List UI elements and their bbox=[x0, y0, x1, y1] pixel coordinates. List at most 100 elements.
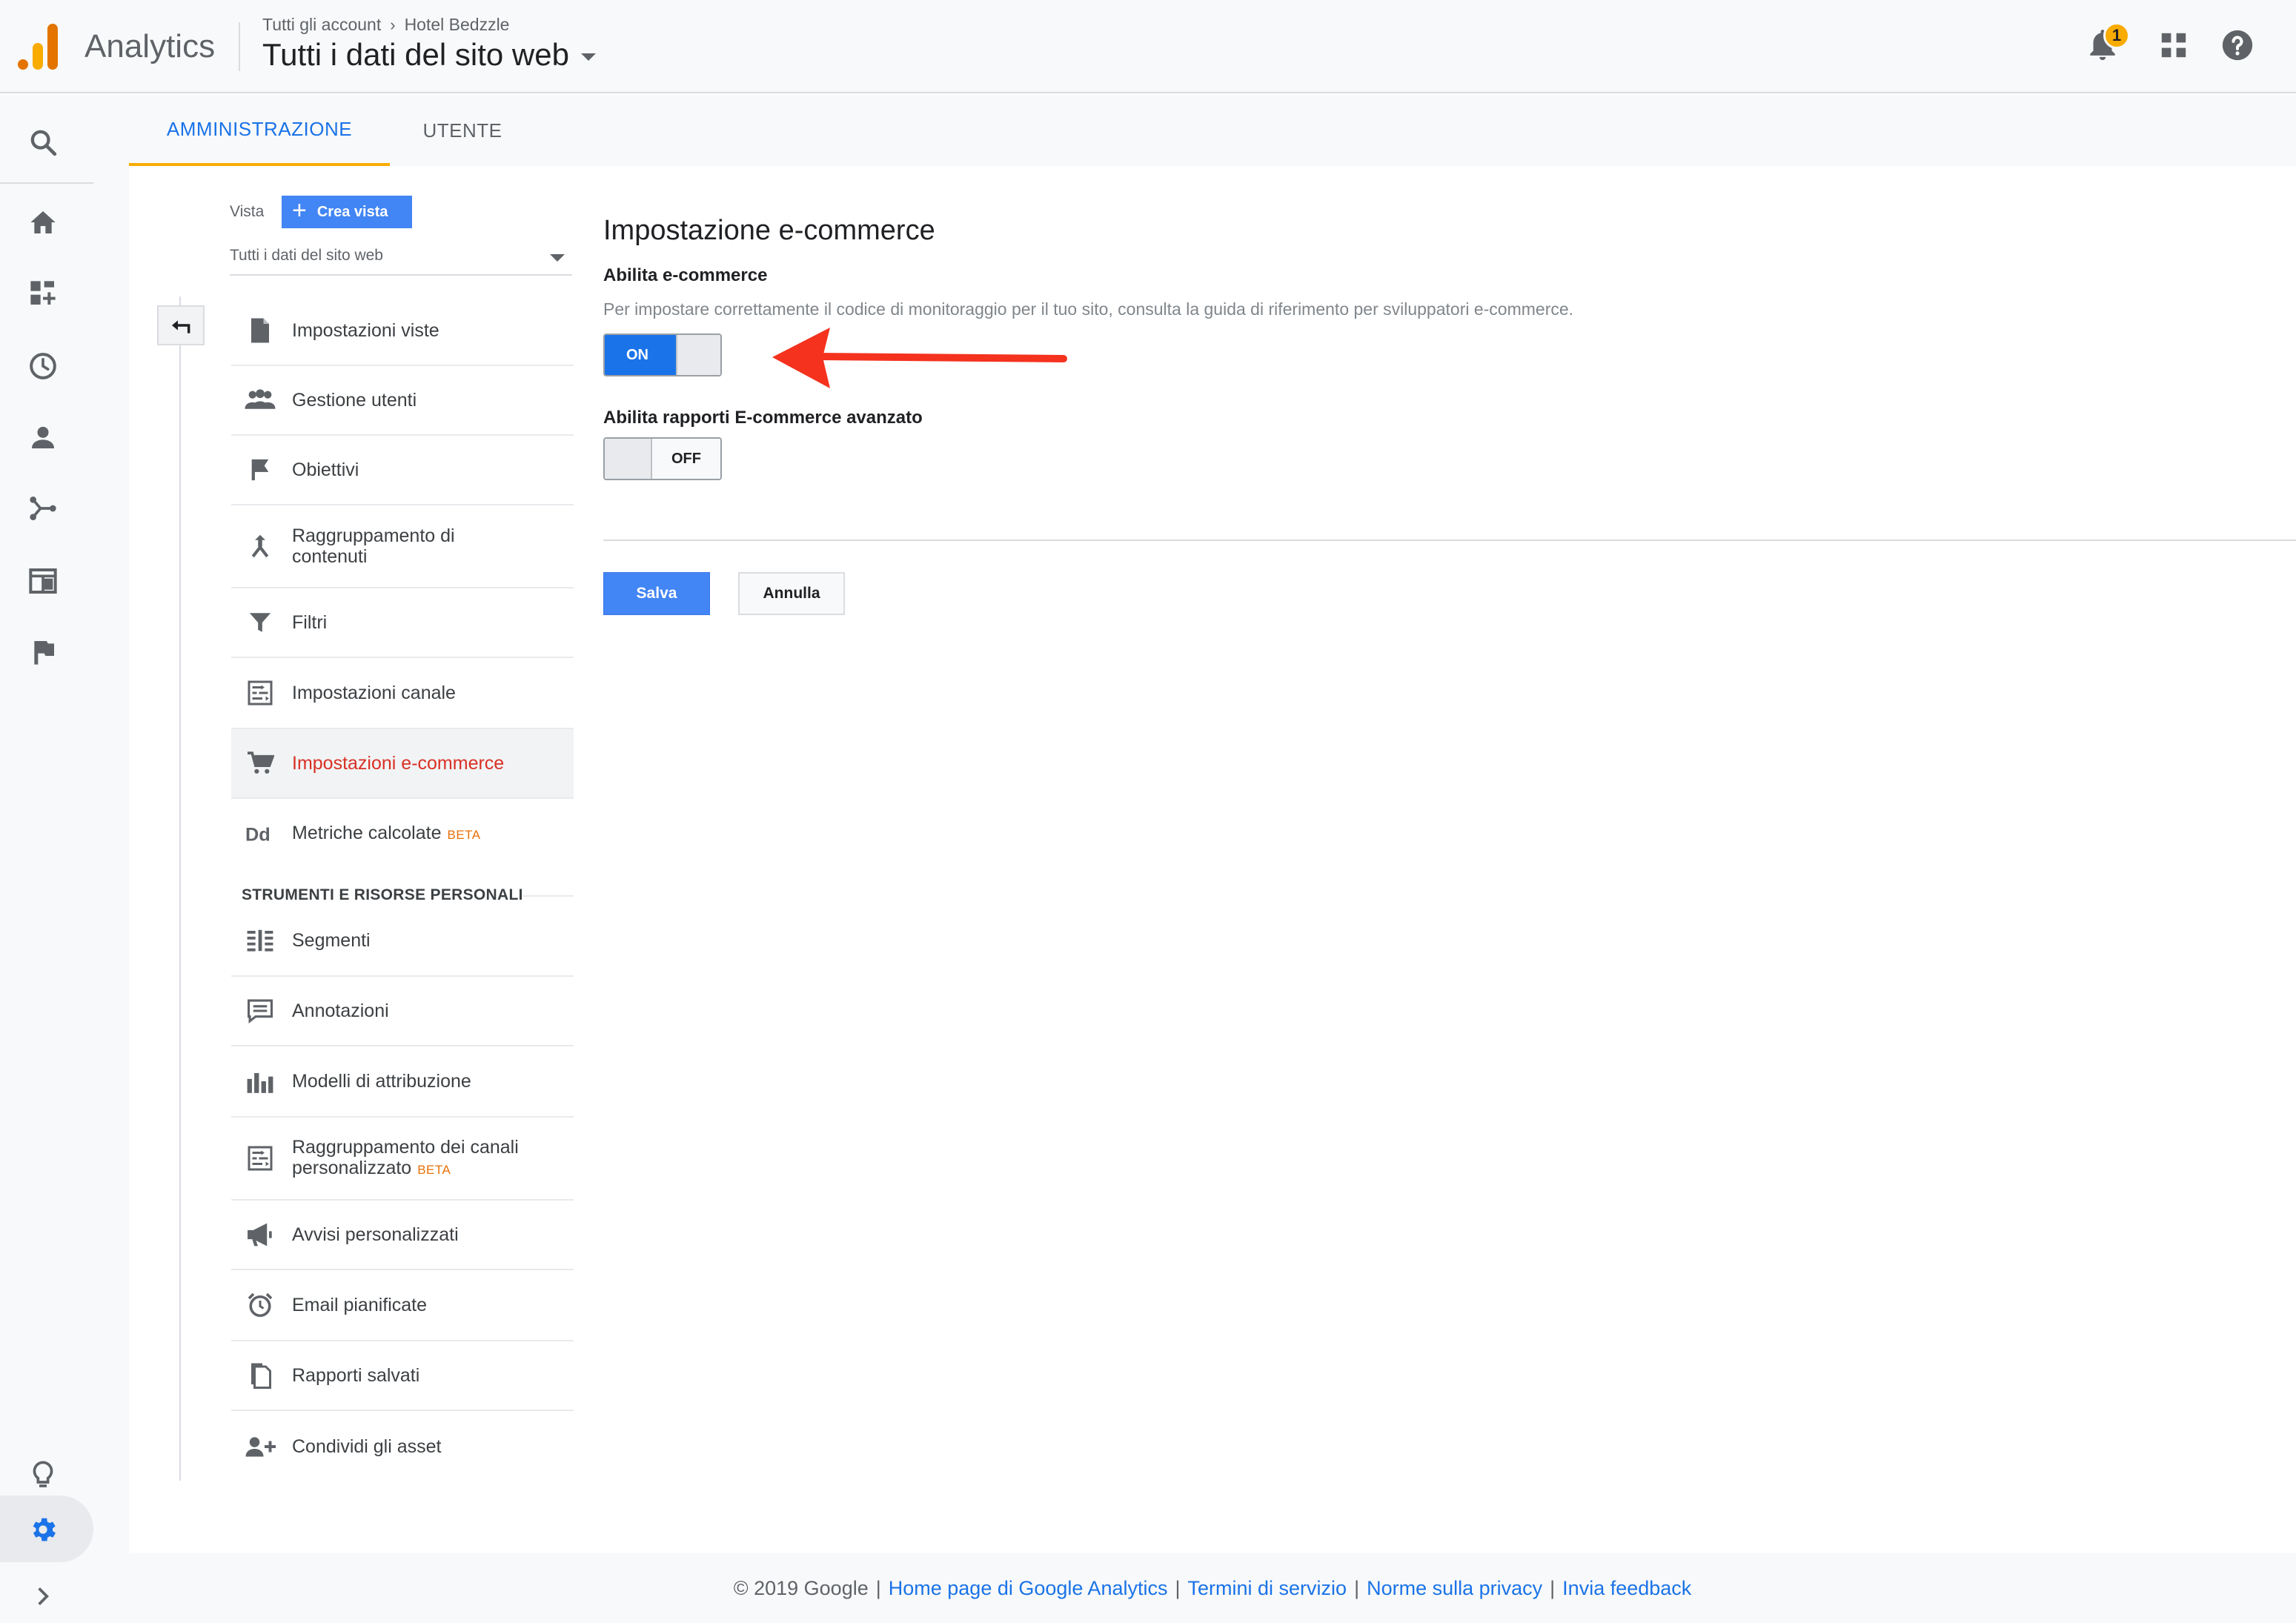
menu-item-label: Segmenti bbox=[292, 930, 371, 951]
create-view-button[interactable]: + Crea vista bbox=[282, 196, 412, 228]
menu-item-label: Avvisi personalizzati bbox=[292, 1224, 459, 1245]
menu-item-label: Annotazioni bbox=[292, 1000, 389, 1021]
left-navigation-rail bbox=[0, 95, 129, 1623]
caret-down-icon bbox=[580, 53, 596, 61]
menu-item-condividi-asset[interactable]: Condividi gli asset bbox=[231, 1411, 574, 1482]
enable-ecommerce-toggle[interactable]: ON bbox=[603, 333, 722, 376]
menu-item-rapporti-salvati[interactable]: Rapporti salvati bbox=[231, 1341, 574, 1411]
menu-item-label-text: Metriche calcolate bbox=[292, 822, 442, 843]
footer-link-privacy[interactable]: Norme sulla privacy bbox=[1367, 1577, 1542, 1600]
rail-divider bbox=[0, 182, 93, 184]
menu-item-label: Impostazioni canale bbox=[292, 683, 456, 703]
breadcrumb-all-accounts[interactable]: Tutti gli account bbox=[262, 15, 381, 35]
menu-item-label: Email pianificate bbox=[292, 1295, 428, 1315]
more-vert-icon[interactable] bbox=[2283, 28, 2296, 62]
content-grouping-icon bbox=[242, 528, 279, 565]
footer-link-home[interactable]: Home page di Google Analytics bbox=[889, 1577, 1168, 1600]
menu-item-raggruppamento-contenuti[interactable]: Raggruppamento di contenuti bbox=[231, 505, 574, 588]
menu-item-email-pianificate[interactable]: Email pianificate bbox=[231, 1270, 574, 1341]
back-arrow-button[interactable] bbox=[157, 305, 205, 345]
toggle-knob bbox=[605, 439, 652, 479]
menu-item-impostazioni-viste[interactable]: Impostazioni viste bbox=[231, 296, 574, 366]
menu-item-label-text: Raggruppamento dei canali personalizzato bbox=[292, 1136, 519, 1178]
behavior-icon[interactable] bbox=[25, 563, 61, 599]
annotations-icon bbox=[242, 992, 279, 1029]
footer-link-terms[interactable]: Termini di servizio bbox=[1188, 1577, 1347, 1600]
menu-item-gestione-utenti[interactable]: Gestione utenti bbox=[231, 366, 574, 436]
menu-item-impostazioni-ecommerce[interactable]: Impostazioni e-commerce bbox=[231, 729, 574, 799]
megaphone-icon bbox=[242, 1216, 279, 1253]
saved-reports-icon bbox=[242, 1357, 279, 1394]
property-title: Tutti i dati del sito web bbox=[262, 37, 569, 72]
share-person-icon bbox=[242, 1428, 279, 1465]
menu-item-label: Gestione utenti bbox=[292, 390, 417, 411]
flag-icon bbox=[242, 451, 279, 488]
realtime-clock-icon[interactable] bbox=[25, 348, 61, 384]
apps-grid-icon[interactable] bbox=[2157, 28, 2191, 62]
footer-separator: | bbox=[1354, 1576, 1360, 1599]
caret-down-icon bbox=[550, 254, 565, 262]
document-icon bbox=[242, 312, 279, 349]
property-view-selector[interactable]: Tutti i dati del sito web bbox=[262, 37, 596, 73]
lightbulb-icon[interactable] bbox=[25, 1457, 61, 1493]
notification-count-badge: 1 bbox=[2103, 22, 2130, 49]
ecommerce-help-text: Per impostare correttamente il codice di… bbox=[603, 299, 1574, 319]
analytics-logo-icon[interactable] bbox=[18, 22, 59, 70]
home-icon[interactable] bbox=[25, 205, 61, 240]
menu-item-label: Condividi gli asset bbox=[292, 1436, 442, 1457]
svg-text:Dd: Dd bbox=[245, 824, 271, 845]
menu-item-segmenti[interactable]: Segmenti bbox=[231, 906, 574, 977]
menu-item-label: Rapporti salvati bbox=[292, 1365, 420, 1386]
menu-item-label: Impostazioni e-commerce bbox=[292, 753, 505, 774]
audience-person-icon[interactable] bbox=[25, 419, 61, 455]
section-divider bbox=[523, 895, 574, 897]
menu-item-modelli-attribuzione[interactable]: Modelli di attribuzione bbox=[231, 1046, 574, 1118]
gear-icon[interactable] bbox=[25, 1512, 61, 1547]
tab-utente[interactable]: UTENTE bbox=[390, 95, 535, 166]
footer-separator: | bbox=[1175, 1576, 1181, 1599]
menu-item-label: Modelli di attribuzione bbox=[292, 1071, 471, 1092]
annotation-arrow bbox=[772, 328, 1067, 388]
conversions-flag-icon[interactable] bbox=[25, 634, 61, 670]
menu-item-label: Impostazioni viste bbox=[292, 320, 439, 341]
help-icon[interactable] bbox=[2220, 28, 2254, 62]
enhanced-ecommerce-toggle[interactable]: OFF bbox=[603, 437, 722, 480]
tab-amministrazione[interactable]: AMMINISTRAZIONE bbox=[129, 95, 390, 166]
chevron-right-icon: › bbox=[390, 15, 396, 34]
enable-ecommerce-label: Abilita e-commerce bbox=[603, 265, 768, 285]
footer-separator: | bbox=[875, 1576, 881, 1599]
menu-item-raggruppamento-canali[interactable]: Raggruppamento dei canali personalizzato… bbox=[231, 1118, 574, 1201]
beta-badge: BETA bbox=[417, 1162, 451, 1177]
footer-link-feedback[interactable]: Invia feedback bbox=[1562, 1577, 1691, 1600]
acquisition-icon[interactable] bbox=[25, 491, 61, 526]
admin-tabs: AMMINISTRAZIONE UTENTE bbox=[129, 95, 2296, 166]
menu-item-avvisi-personalizzati[interactable]: Avvisi personalizzati bbox=[231, 1201, 574, 1270]
hierarchy-line bbox=[179, 296, 181, 1481]
search-icon[interactable] bbox=[25, 125, 61, 160]
calculated-metrics-icon: Dd bbox=[242, 815, 279, 852]
attribution-chart-icon bbox=[242, 1063, 279, 1100]
customization-icon[interactable] bbox=[25, 276, 61, 311]
view-selector-dropdown[interactable]: Tutti i dati del sito web bbox=[230, 237, 572, 276]
menu-item-filtri[interactable]: Filtri bbox=[231, 588, 574, 658]
cancel-button[interactable]: Annulla bbox=[738, 572, 845, 615]
plus-icon: + bbox=[292, 196, 307, 225]
cart-icon bbox=[242, 745, 279, 782]
filter-icon bbox=[242, 604, 279, 641]
top-header: Analytics Tutti gli account › Hotel Bedz… bbox=[0, 0, 2296, 93]
channel-settings-icon bbox=[242, 674, 279, 711]
view-selected-value: Tutti i dati del sito web bbox=[230, 247, 383, 264]
save-button[interactable]: Salva bbox=[603, 572, 710, 615]
segments-icon bbox=[242, 922, 279, 959]
breadcrumb-account[interactable]: Hotel Bedzzle bbox=[405, 15, 510, 35]
menu-item-metriche-calcolate[interactable]: Dd Metriche calcolate BETA bbox=[231, 799, 574, 869]
menu-item-annotazioni[interactable]: Annotazioni bbox=[231, 977, 574, 1046]
footer-separator: | bbox=[1550, 1576, 1556, 1599]
menu-item-obiettivi[interactable]: Obiettivi bbox=[231, 436, 574, 505]
menu-item-impostazioni-canale[interactable]: Impostazioni canale bbox=[231, 658, 574, 729]
expand-chevron-icon[interactable] bbox=[25, 1579, 61, 1614]
people-icon bbox=[242, 382, 279, 419]
menu-item-label: Filtri bbox=[292, 612, 328, 633]
enhanced-ecommerce-label: Abilita rapporti E-commerce avanzato bbox=[603, 408, 923, 428]
menu-item-label: Raggruppamento dei canali personalizzato… bbox=[292, 1137, 544, 1181]
